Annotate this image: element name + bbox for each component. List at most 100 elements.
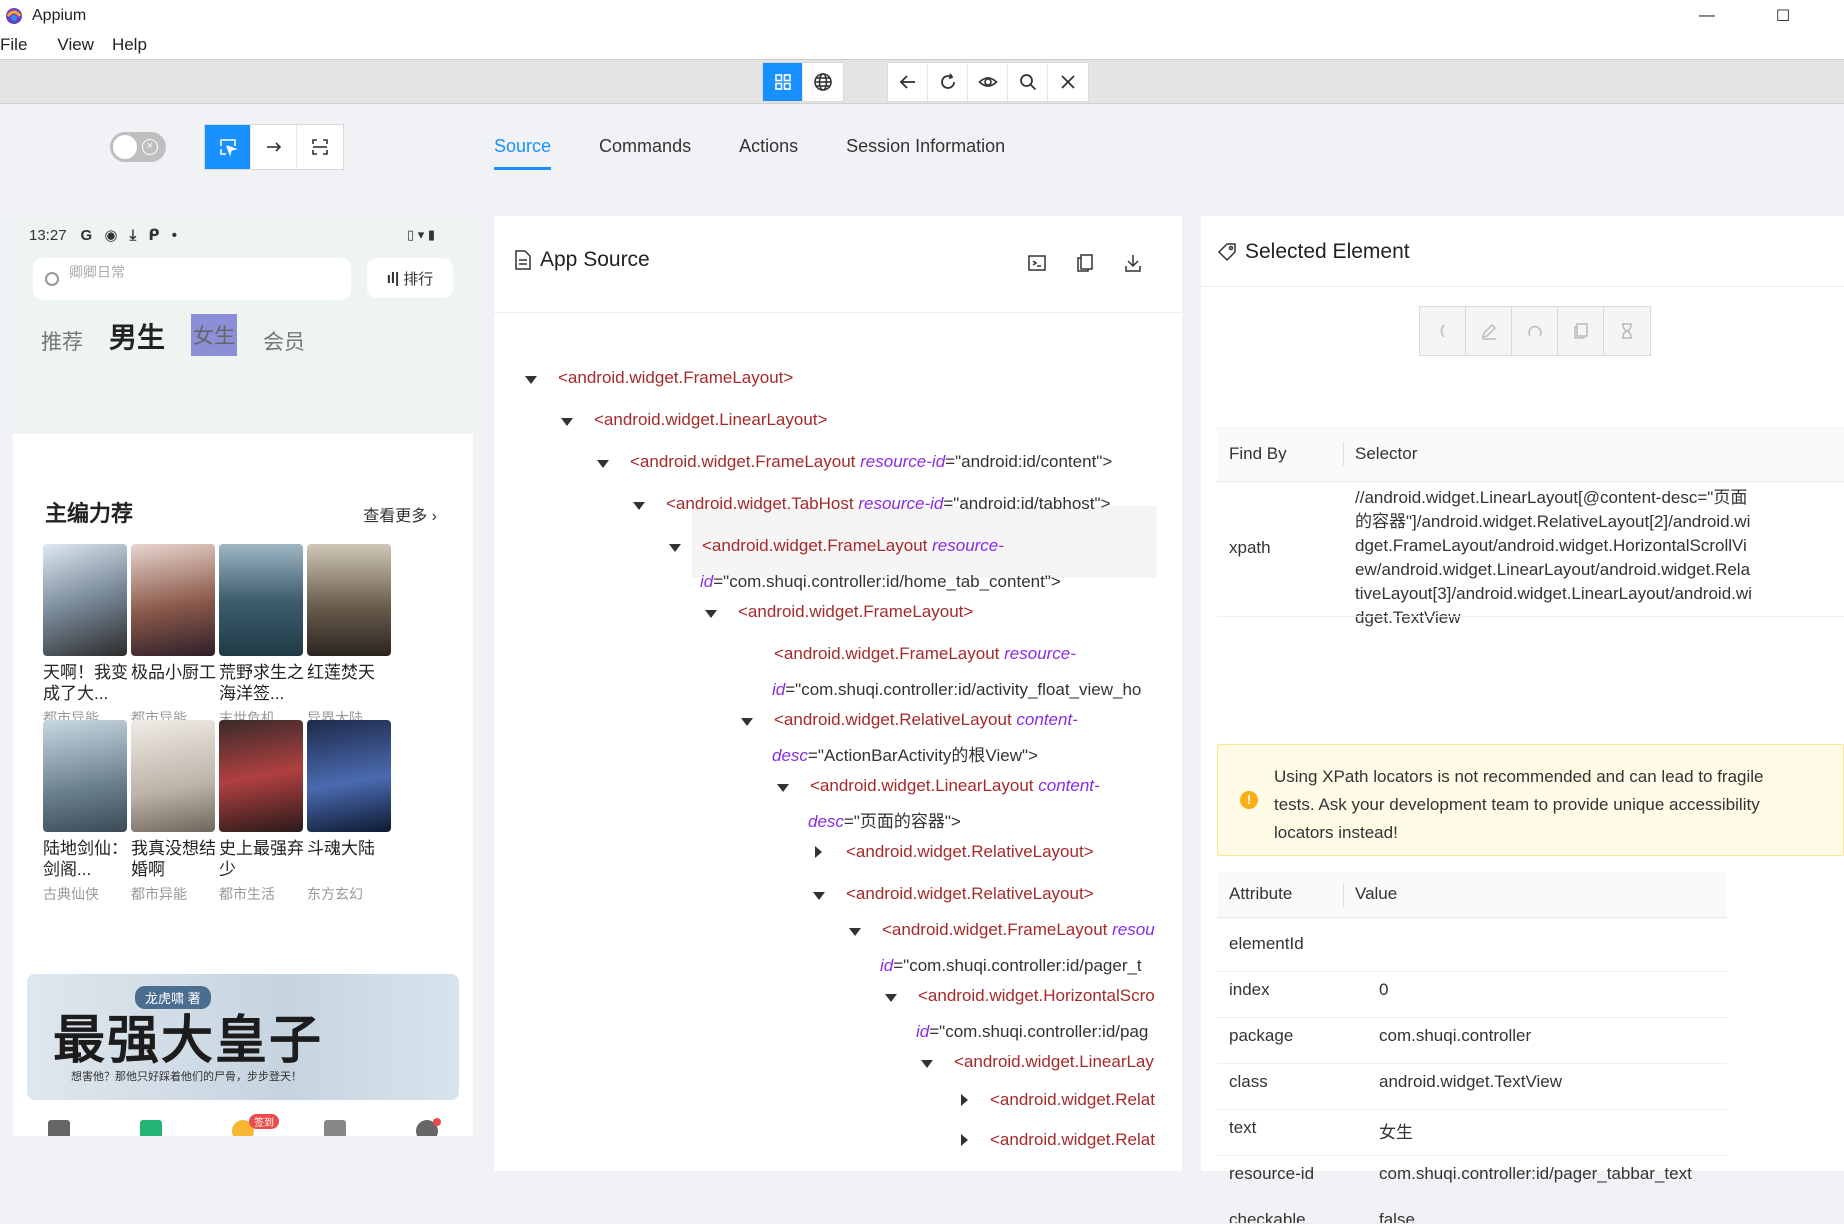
native-app-mode-button[interactable] [763, 63, 803, 101]
book-item[interactable]: 红莲焚天 异界大陆 [307, 544, 393, 728]
show-attribute-toggle[interactable]: × [110, 132, 166, 162]
tap-by-coordinates-button[interactable] [297, 125, 343, 169]
book-cover [307, 720, 391, 832]
phone-category-tabs: 推荐 男生 女生 会员 [41, 314, 331, 356]
tree-node-continuation[interactable]: desc="页面的容器"> [808, 810, 961, 834]
nav-bookstore[interactable]: 书城 [105, 1112, 197, 1136]
caret-down-icon[interactable] [597, 460, 609, 468]
caret-down-icon[interactable] [849, 928, 861, 936]
tree-node[interactable]: <android.widget.LinearLayout> [594, 408, 827, 432]
tree-node[interactable]: <android.widget.FrameLayout resource-id=… [630, 450, 1112, 474]
toggle-attributes-button[interactable] [1024, 250, 1050, 276]
tree-node-continuation[interactable]: id="com.shuqi.controller:id/home_tab_con… [700, 570, 1061, 594]
book-item[interactable]: 陆地剑仙：剑阁... 古典仙侠 [43, 720, 129, 904]
tree-node-continuation[interactable]: id="com.shuqi.controller:id/activity_flo… [772, 678, 1157, 702]
phone-rank-button[interactable]: ıl| 排行 [367, 258, 453, 298]
tree-node[interactable]: <android.widget.RelativeLayout content- [774, 708, 1078, 732]
caret-down-icon[interactable] [561, 418, 573, 426]
menu-help[interactable]: Help [112, 35, 147, 55]
tap-element-button[interactable] [1420, 307, 1466, 355]
back-button[interactable] [888, 63, 928, 101]
tree-node-continuation[interactable]: id="com.shuqi.controller:id/pag [916, 1020, 1157, 1044]
interaction-mode-group [204, 124, 344, 170]
nav-category[interactable]: 分类 [289, 1112, 381, 1136]
value-header: Value [1355, 884, 1398, 903]
book-cover [43, 720, 127, 832]
caret-down-icon[interactable] [777, 784, 789, 792]
tree-node[interactable]: <android.widget.FrameLayout resource- [702, 534, 1004, 558]
book-cover [219, 720, 303, 832]
menu-file[interactable]: File [0, 35, 27, 55]
tab-source[interactable]: Source [494, 124, 552, 170]
caret-down-icon[interactable] [705, 610, 717, 618]
promo-banner[interactable]: 龙虎啸 著 最强大皇子 想害他？那他只好踩着他们的尸骨，步步登天！ [27, 974, 459, 1100]
book-item[interactable]: 天啊！我变成了大... 都市异能 [43, 544, 129, 728]
web-mode-button[interactable] [803, 63, 843, 101]
xpath-selector[interactable]: //android.widget.LinearLayout[@content-d… [1355, 486, 1753, 630]
tab-session-information[interactable]: Session Information [846, 124, 1005, 170]
caret-down-icon[interactable] [525, 376, 537, 384]
copy-xml-button[interactable] [1072, 250, 1098, 276]
tree-node[interactable]: <android.widget.HorizontalScro [918, 984, 1157, 1008]
tree-node[interactable]: <android.widget.LinearLay [954, 1050, 1157, 1074]
tree-node[interactable]: <android.widget.FrameLayout> [558, 366, 793, 390]
view-mode-group [762, 62, 844, 102]
copy-attributes-button[interactable] [1558, 307, 1604, 355]
book-item[interactable]: 我真没想结婚啊 都市异能 [131, 720, 217, 904]
tree-node[interactable]: <android.widget.RelativeLayout> [846, 840, 1094, 864]
get-timing-button[interactable] [1604, 307, 1650, 355]
caret-down-icon[interactable] [633, 502, 645, 510]
tree-node[interactable]: <android.widget.Relat [990, 1088, 1157, 1112]
tree-node[interactable]: <android.widget.FrameLayout resou [882, 918, 1157, 942]
book-item[interactable]: 史上最强弃少 都市生活 [219, 720, 305, 904]
tree-node[interactable]: <android.widget.FrameLayout resource- [774, 642, 1076, 666]
nav-bookshelf[interactable]: 书架 [13, 1112, 105, 1136]
tree-node[interactable]: <android.widget.LinearLayout content- [810, 774, 1100, 798]
tab-actions[interactable]: Actions [739, 124, 798, 170]
tree-node[interactable]: <android.widget.Relat [990, 1128, 1157, 1171]
caret-down-icon[interactable] [885, 994, 897, 1002]
book-item[interactable]: 极品小厨工 都市异能 [131, 544, 217, 728]
tab-commands[interactable]: Commands [599, 124, 691, 170]
attribute-name: resource-id [1229, 1164, 1315, 1183]
caret-right-icon[interactable] [815, 846, 822, 858]
caret-down-icon[interactable] [741, 718, 753, 726]
bookstore-icon [140, 1120, 162, 1136]
book-item[interactable]: 斗魂大陆 东方玄幻 [307, 720, 393, 904]
quit-session-button[interactable] [1048, 63, 1088, 101]
tree-node[interactable]: <android.widget.FrameLayout> [738, 600, 973, 624]
minimize-button[interactable]: — [1684, 0, 1730, 31]
tree-node-continuation[interactable]: desc="ActionBarActivity的根View"> [772, 744, 1038, 768]
caret-down-icon[interactable] [813, 892, 825, 900]
clear-button[interactable] [1512, 307, 1558, 355]
maximize-button[interactable]: ☐ [1760, 0, 1806, 31]
tree-node-continuation[interactable]: id="com.shuqi.controller:id/pager_t [880, 954, 1157, 978]
refresh-button[interactable] [928, 63, 968, 101]
nav-welfare[interactable]: 签到 福利 [197, 1112, 289, 1136]
book-item[interactable]: 荒野求生之海洋签... 末世危机 [219, 544, 305, 728]
toggle-visibility-button[interactable] [968, 63, 1008, 101]
phone-tab-vip[interactable]: 会员 [263, 326, 305, 356]
phone-search-box[interactable]: 卿卿日常 [33, 258, 351, 300]
phone-tab-recommend[interactable]: 推荐 [41, 326, 83, 356]
send-keys-button[interactable] [1466, 307, 1512, 355]
select-elements-button[interactable] [205, 125, 251, 169]
see-more-link[interactable]: 查看更多 › [363, 502, 437, 526]
caret-right-icon[interactable] [961, 1094, 968, 1106]
nav-profile[interactable]: 我的 [381, 1112, 473, 1136]
file-icon [515, 250, 531, 270]
tree-node[interactable]: <android.widget.RelativeLayout> [846, 882, 1094, 906]
caret-down-icon[interactable] [669, 544, 681, 552]
caret-down-icon[interactable] [921, 1060, 933, 1068]
swipe-mode-button[interactable] [251, 125, 297, 169]
phone-rank-label: 排行 [403, 270, 434, 288]
device-screenshot[interactable]: 13:27 G ◉ ⤓ ᑭ • ▯ ▾ ▮ 卿卿日常 ıl| 排行 推荐 男生 … [13, 216, 473, 1136]
caret-right-icon[interactable] [961, 1134, 968, 1146]
phone-tab-female[interactable]: 女生 [191, 314, 238, 356]
menu-view[interactable]: View [57, 35, 94, 55]
tree-node[interactable]: <android.widget.TabHost resource-id="and… [666, 492, 1110, 516]
phone-tab-male[interactable]: 男生 [109, 316, 165, 356]
search-element-button[interactable] [1008, 63, 1048, 101]
download-source-button[interactable] [1120, 250, 1146, 276]
app-source-panel: App Source <android.widget.FrameLayout> … [494, 216, 1182, 1171]
